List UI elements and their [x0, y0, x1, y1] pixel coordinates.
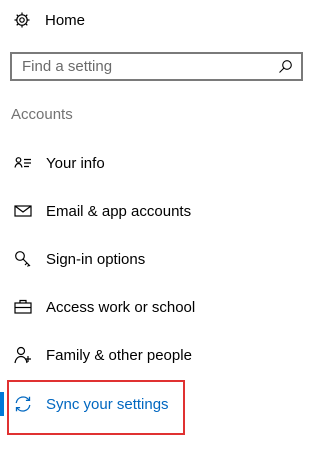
gear-icon [12, 10, 32, 30]
search-box[interactable] [10, 52, 303, 81]
sync-icon [13, 394, 33, 414]
sidebar-item-label: Access work or school [46, 298, 196, 316]
sidebar-item-email-app-accounts[interactable]: Email & app accounts [0, 193, 311, 229]
sidebar-item-label: Your info [46, 154, 105, 172]
sidebar-item-sync-your-settings[interactable]: Sync your settings [0, 386, 311, 422]
envelope-icon [13, 201, 33, 221]
search-input[interactable] [22, 58, 262, 75]
sidebar-item-family-other-people[interactable]: Family & other people [0, 337, 311, 373]
sidebar-item-access-work-school[interactable]: Access work or school [0, 289, 311, 325]
briefcase-icon [13, 297, 33, 317]
key-icon [13, 249, 33, 269]
home-label: Home [45, 11, 86, 29]
sidebar-item-your-info[interactable]: Your info [0, 145, 311, 181]
sidebar-item-label: Email & app accounts [46, 202, 192, 220]
sidebar-item-label: Sync your settings [46, 395, 169, 413]
search-icon[interactable] [277, 59, 293, 75]
section-title: Accounts [11, 106, 73, 123]
contact-card-icon [13, 153, 33, 173]
person-add-icon [13, 345, 33, 365]
home-link[interactable]: Home [12, 8, 85, 32]
sidebar-item-label: Family & other people [46, 346, 192, 364]
sidebar-item-sign-in-options[interactable]: Sign-in options [0, 241, 311, 277]
sidebar-item-label: Sign-in options [46, 250, 146, 268]
